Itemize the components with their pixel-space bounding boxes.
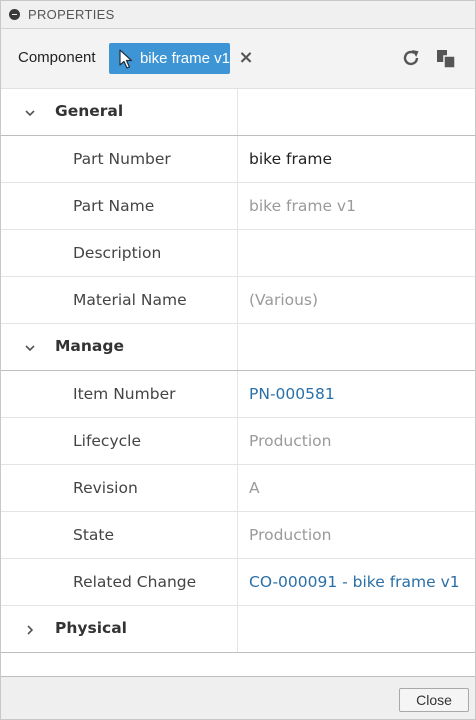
property-value-cell[interactable]: PN-000581 — [238, 371, 475, 417]
property-label-cell: Item Number — [1, 371, 238, 417]
properties-panel: Component bike frame v1 × General Part N… — [0, 29, 476, 720]
property-value: Production — [249, 432, 332, 450]
property-row[interactable]: Related Change CO-000091 - bike frame v1 — [1, 559, 475, 606]
property-value: A — [249, 479, 260, 497]
property-row[interactable]: Part Number bike frame — [1, 136, 475, 183]
property-label-cell: Description — [1, 230, 238, 276]
cursor-icon — [119, 48, 133, 69]
property-label-cell: Material Name — [1, 277, 238, 323]
group-value-cell — [238, 324, 475, 370]
property-row[interactable]: State Production — [1, 512, 475, 559]
property-value: bike frame v1 — [249, 197, 356, 215]
property-label: State — [73, 526, 115, 544]
panel-titlebar: PROPERTIES — [0, 0, 476, 29]
chevron-right-icon[interactable] — [23, 623, 37, 637]
group-row-physical[interactable]: Physical — [1, 606, 475, 653]
property-label-cell: Related Change — [1, 559, 238, 605]
property-value-cell[interactable] — [238, 230, 475, 276]
group-cell: Manage — [1, 324, 238, 370]
property-value-cell[interactable]: A — [238, 465, 475, 511]
group-row-manage[interactable]: Manage — [1, 324, 475, 371]
copy-icon[interactable] — [435, 48, 457, 70]
property-value: (Various) — [249, 291, 319, 309]
group-cell: Physical — [1, 606, 238, 652]
component-label: Component — [18, 49, 96, 66]
property-value-cell[interactable]: Production — [238, 512, 475, 558]
chevron-down-icon[interactable] — [23, 106, 37, 120]
group-value-cell — [238, 89, 475, 135]
property-value-cell[interactable]: bike frame — [238, 136, 475, 182]
property-row[interactable]: Lifecycle Production — [1, 418, 475, 465]
chevron-down-icon[interactable] — [23, 341, 37, 355]
property-value-cell[interactable]: Production — [238, 418, 475, 464]
property-value-cell[interactable]: bike frame v1 — [238, 183, 475, 229]
group-value-cell — [238, 606, 475, 652]
selected-component-name: bike frame v1 — [139, 50, 230, 67]
property-row[interactable]: Item Number PN-000581 — [1, 371, 475, 418]
property-label: Material Name — [73, 291, 187, 309]
property-label-cell: Revision — [1, 465, 238, 511]
property-label-cell: Part Number — [1, 136, 238, 182]
group-cell: General — [1, 89, 238, 135]
property-label: Part Name — [73, 197, 155, 215]
property-row[interactable]: Description — [1, 230, 475, 277]
property-row[interactable]: Part Name bike frame v1 — [1, 183, 475, 230]
property-label: Related Change — [73, 573, 197, 591]
selected-component-chip[interactable]: bike frame v1 — [109, 43, 230, 74]
group-row-general[interactable]: General — [1, 89, 475, 136]
property-label-cell: Lifecycle — [1, 418, 238, 464]
property-row[interactable]: Revision A — [1, 465, 475, 512]
close-button[interactable]: Close — [399, 688, 469, 712]
property-label: Lifecycle — [73, 432, 141, 450]
property-value-cell[interactable]: CO-000091 - bike frame v1 — [238, 559, 475, 605]
group-label: Physical — [55, 619, 127, 637]
group-label: Manage — [55, 337, 124, 355]
group-label: General — [55, 102, 124, 120]
property-label-cell: Part Name — [1, 183, 238, 229]
property-label-cell: State — [1, 512, 238, 558]
property-value-cell[interactable]: (Various) — [238, 277, 475, 323]
property-label: Item Number — [73, 385, 176, 403]
related-change-link[interactable]: CO-000091 - bike frame v1 — [249, 573, 460, 591]
item-number-link[interactable]: PN-000581 — [249, 385, 335, 403]
component-toolbar: Component bike frame v1 × — [1, 29, 475, 89]
property-value: Production — [249, 526, 332, 544]
property-label: Revision — [73, 479, 138, 497]
collapse-panel-icon[interactable] — [9, 9, 20, 20]
property-label: Description — [73, 244, 162, 262]
panel-title: PROPERTIES — [28, 7, 115, 22]
properties-table: General Part Number bike frame Part Name… — [1, 89, 475, 653]
property-row[interactable]: Material Name (Various) — [1, 277, 475, 324]
panel-footer: Close — [1, 676, 475, 719]
refresh-icon[interactable] — [401, 48, 421, 68]
remove-selection-button[interactable]: × — [237, 47, 255, 69]
property-label: Part Number — [73, 150, 171, 168]
property-value: bike frame — [249, 150, 332, 168]
